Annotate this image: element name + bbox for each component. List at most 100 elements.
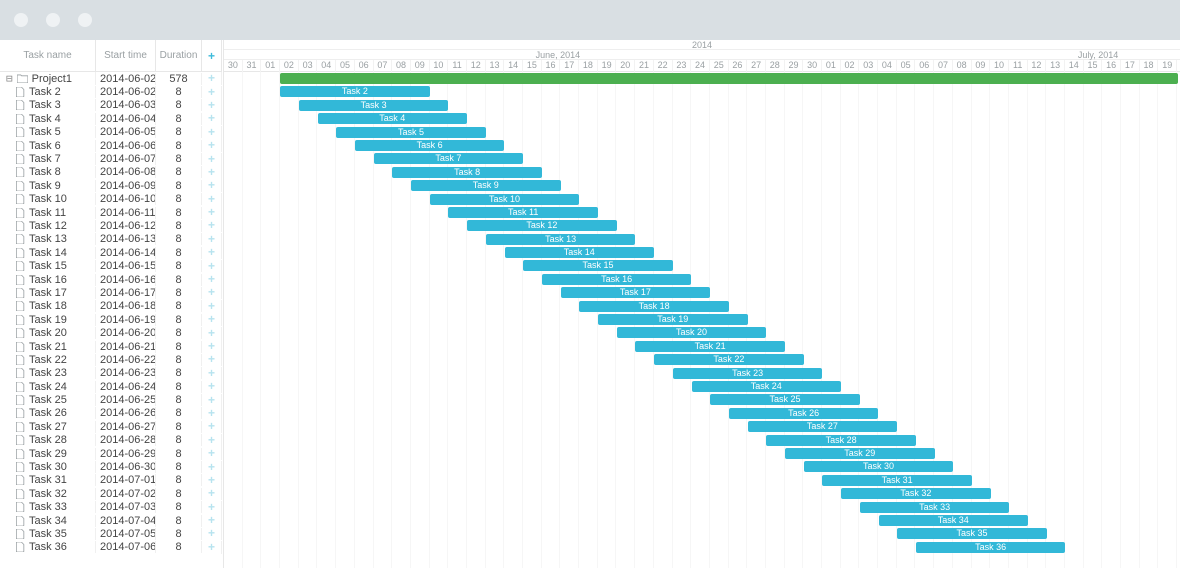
task-row[interactable]: Task 92014-06-098+ bbox=[0, 179, 223, 192]
gantt-bar-task[interactable]: Task 8 bbox=[392, 167, 542, 178]
task-row[interactable]: Task 52014-06-058+ bbox=[0, 126, 223, 139]
add-column-button[interactable]: + bbox=[202, 40, 222, 72]
task-row[interactable]: Task 332014-07-038+ bbox=[0, 501, 223, 514]
task-row[interactable]: Task 222014-06-228+ bbox=[0, 353, 223, 366]
task-row[interactable]: Task 182014-06-188+ bbox=[0, 300, 223, 313]
task-duration-cell[interactable]: 8 bbox=[156, 86, 202, 98]
add-task-button[interactable]: + bbox=[202, 126, 222, 139]
task-name-cell[interactable]: Task 25 bbox=[0, 394, 96, 406]
task-duration-cell[interactable]: 8 bbox=[156, 99, 202, 111]
gantt-bar-task[interactable]: Task 12 bbox=[467, 220, 617, 231]
gantt-bar-task[interactable]: Task 6 bbox=[355, 140, 505, 151]
task-duration-cell[interactable]: 8 bbox=[156, 220, 202, 232]
gantt-bar-project[interactable] bbox=[280, 73, 1178, 84]
task-name-cell[interactable]: Task 2 bbox=[0, 86, 96, 98]
task-row[interactable]: Task 322014-07-028+ bbox=[0, 487, 223, 500]
add-task-button[interactable]: + bbox=[202, 153, 222, 166]
task-name-cell[interactable]: Task 12 bbox=[0, 220, 96, 232]
task-start-cell[interactable]: 2014-06-21 bbox=[96, 341, 156, 353]
task-name-cell[interactable]: Task 18 bbox=[0, 300, 96, 312]
task-row[interactable]: Task 212014-06-218+ bbox=[0, 340, 223, 353]
gantt-bar-task[interactable]: Task 14 bbox=[505, 247, 655, 258]
task-row[interactable]: Task 72014-06-078+ bbox=[0, 152, 223, 165]
task-duration-cell[interactable]: 8 bbox=[156, 381, 202, 393]
task-start-cell[interactable]: 2014-06-15 bbox=[96, 260, 156, 272]
task-start-cell[interactable]: 2014-06-12 bbox=[96, 220, 156, 232]
add-task-button[interactable]: + bbox=[202, 487, 222, 500]
task-start-cell[interactable]: 2014-07-02 bbox=[96, 488, 156, 500]
task-duration-cell[interactable]: 8 bbox=[156, 421, 202, 433]
add-task-button[interactable]: + bbox=[202, 260, 222, 273]
task-row[interactable]: Task 362014-07-068+ bbox=[0, 541, 223, 554]
task-start-cell[interactable]: 2014-06-17 bbox=[96, 287, 156, 299]
task-start-cell[interactable]: 2014-07-01 bbox=[96, 474, 156, 486]
task-duration-cell[interactable]: 578 bbox=[156, 73, 202, 85]
task-name-cell[interactable]: Task 22 bbox=[0, 354, 96, 366]
timeline-body[interactable]: Task 2Task 3Task 4Task 5Task 6Task 7Task… bbox=[224, 72, 1180, 568]
task-start-cell[interactable]: 2014-06-06 bbox=[96, 140, 156, 152]
task-duration-cell[interactable]: 8 bbox=[156, 260, 202, 272]
gantt-bar-task[interactable]: Task 10 bbox=[430, 194, 580, 205]
task-name-cell[interactable]: Task 21 bbox=[0, 341, 96, 353]
gantt-bar-task[interactable]: Task 20 bbox=[617, 327, 767, 338]
gantt-bar-task[interactable]: Task 19 bbox=[598, 314, 748, 325]
task-name-cell[interactable]: Task 6 bbox=[0, 140, 96, 152]
gantt-bar-task[interactable]: Task 26 bbox=[729, 408, 879, 419]
task-start-cell[interactable]: 2014-06-26 bbox=[96, 407, 156, 419]
task-duration-cell[interactable]: 8 bbox=[156, 247, 202, 259]
gantt-bar-task[interactable]: Task 23 bbox=[673, 368, 823, 379]
task-start-cell[interactable]: 2014-06-27 bbox=[96, 421, 156, 433]
task-row[interactable]: Task 172014-06-178+ bbox=[0, 286, 223, 299]
add-task-button[interactable]: + bbox=[202, 340, 222, 353]
task-start-cell[interactable]: 2014-06-18 bbox=[96, 300, 156, 312]
gantt-bar-task[interactable]: Task 4 bbox=[318, 113, 468, 124]
task-start-cell[interactable]: 2014-06-03 bbox=[96, 99, 156, 111]
task-row[interactable]: Task 242014-06-248+ bbox=[0, 380, 223, 393]
task-duration-cell[interactable]: 8 bbox=[156, 354, 202, 366]
task-name-cell[interactable]: Task 4 bbox=[0, 113, 96, 125]
gantt-bar-task[interactable]: Task 15 bbox=[523, 260, 673, 271]
task-start-cell[interactable]: 2014-06-13 bbox=[96, 233, 156, 245]
gantt-bar-task[interactable]: Task 30 bbox=[804, 461, 954, 472]
task-row[interactable]: Task 102014-06-108+ bbox=[0, 193, 223, 206]
add-task-button[interactable]: + bbox=[202, 447, 222, 460]
task-duration-cell[interactable]: 8 bbox=[156, 474, 202, 486]
task-name-cell[interactable]: Task 34 bbox=[0, 515, 96, 527]
task-name-cell[interactable]: Task 16 bbox=[0, 274, 96, 286]
task-row[interactable]: Task 202014-06-208+ bbox=[0, 326, 223, 339]
task-row[interactable]: Task 312014-07-018+ bbox=[0, 474, 223, 487]
task-duration-cell[interactable]: 8 bbox=[156, 126, 202, 138]
task-duration-cell[interactable]: 8 bbox=[156, 287, 202, 299]
gantt-bar-task[interactable]: Task 34 bbox=[879, 515, 1029, 526]
add-task-button[interactable]: + bbox=[202, 219, 222, 232]
add-task-button[interactable]: + bbox=[202, 99, 222, 112]
task-row[interactable]: Task 352014-07-058+ bbox=[0, 527, 223, 540]
task-row[interactable]: Task 232014-06-238+ bbox=[0, 367, 223, 380]
gantt-bar-task[interactable]: Task 13 bbox=[486, 234, 636, 245]
add-task-button[interactable]: + bbox=[202, 501, 222, 514]
task-duration-cell[interactable]: 8 bbox=[156, 434, 202, 446]
task-row[interactable]: Task 162014-06-168+ bbox=[0, 273, 223, 286]
task-start-cell[interactable]: 2014-06-08 bbox=[96, 166, 156, 178]
task-start-cell[interactable]: 2014-07-04 bbox=[96, 515, 156, 527]
task-row[interactable]: Task 122014-06-128+ bbox=[0, 219, 223, 232]
task-start-cell[interactable]: 2014-06-16 bbox=[96, 274, 156, 286]
task-duration-cell[interactable]: 8 bbox=[156, 193, 202, 205]
task-start-cell[interactable]: 2014-06-24 bbox=[96, 381, 156, 393]
task-start-cell[interactable]: 2014-07-06 bbox=[96, 541, 156, 553]
gantt-bar-task[interactable]: Task 11 bbox=[448, 207, 598, 218]
task-row[interactable]: Task 262014-06-268+ bbox=[0, 407, 223, 420]
task-duration-cell[interactable]: 8 bbox=[156, 367, 202, 379]
task-row[interactable]: Task 32014-06-038+ bbox=[0, 99, 223, 112]
task-name-cell[interactable]: ⊟Project1 bbox=[0, 72, 96, 85]
gantt-bar-task[interactable]: Task 3 bbox=[299, 100, 449, 111]
task-name-cell[interactable]: Task 26 bbox=[0, 407, 96, 419]
task-name-cell[interactable]: Task 3 bbox=[0, 99, 96, 111]
add-task-button[interactable]: + bbox=[202, 112, 222, 125]
task-duration-cell[interactable]: 8 bbox=[156, 448, 202, 460]
task-name-cell[interactable]: Task 8 bbox=[0, 166, 96, 178]
task-name-cell[interactable]: Task 11 bbox=[0, 207, 96, 219]
gantt-bar-task[interactable]: Task 18 bbox=[579, 301, 729, 312]
task-row[interactable]: ⊟Project12014-06-02578+ bbox=[0, 72, 223, 85]
add-task-button[interactable]: + bbox=[202, 380, 222, 393]
